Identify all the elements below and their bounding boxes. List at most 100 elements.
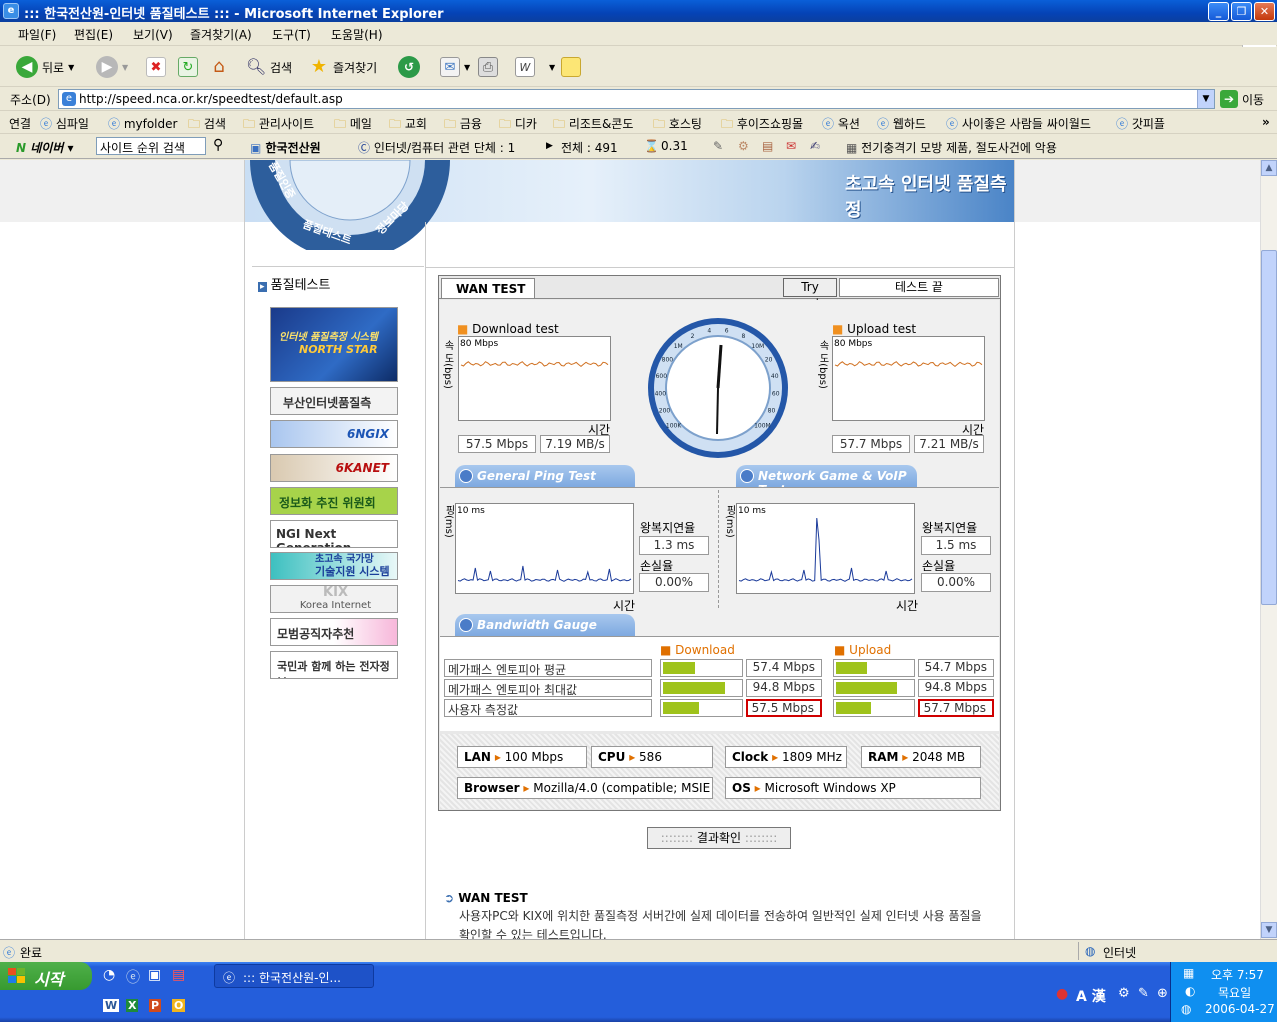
link-item[interactable]: ⓔ 웹하드 bbox=[877, 115, 926, 132]
bullet-icon: ■ bbox=[457, 322, 469, 336]
menu-edit[interactable]: 편집(E) bbox=[74, 26, 113, 43]
site-category[interactable]: Ⓒ 인터넷/컴퓨터 관련 단체 : 1 bbox=[358, 139, 515, 156]
search-button[interactable]: 🔍︎ 검색 bbox=[246, 55, 292, 79]
link-folder[interactable]: 🗀 관리사이트 bbox=[243, 115, 314, 136]
menu-view[interactable]: 보기(V) bbox=[133, 26, 173, 43]
site-name[interactable]: ▣ 한국전산원 bbox=[250, 139, 321, 156]
home-icon[interactable]: ⌂ bbox=[209, 57, 229, 77]
search-icon[interactable]: ⚲ bbox=[213, 137, 223, 153]
stop-icon[interactable]: ✖ bbox=[146, 57, 166, 77]
mail-icon[interactable]: ✉ bbox=[440, 57, 460, 77]
link-item[interactable]: ⓔ 옥션 bbox=[822, 115, 860, 132]
link-folder[interactable]: 🗀 교회 bbox=[389, 115, 427, 136]
try-again-button[interactable]: Try again bbox=[783, 278, 837, 311]
ime-pen-icon[interactable]: ✎ bbox=[1138, 986, 1149, 1001]
download-bar-fill bbox=[663, 702, 699, 714]
search-label: 검색 bbox=[270, 60, 293, 75]
bullet-icon: ■ bbox=[832, 322, 844, 336]
link-item[interactable]: ⓔ myfolder bbox=[108, 115, 177, 132]
side-egov[interactable]: 국민과 함께 하는 전자정부 bbox=[270, 651, 398, 679]
minimize-button[interactable]: _ bbox=[1208, 2, 1229, 21]
volume-icon[interactable]: ◐ bbox=[1185, 984, 1195, 998]
address-dropdown-icon[interactable]: ▼ bbox=[1197, 90, 1214, 108]
scroll-down-icon[interactable]: ▼ bbox=[1261, 922, 1277, 938]
side-busan[interactable]: 부산인터넷품질측 bbox=[270, 387, 398, 415]
result-button[interactable]: :::::::: 결과확인 :::::::: bbox=[647, 827, 791, 849]
link-folder[interactable]: 🗀 호스팅 bbox=[653, 115, 702, 136]
history-icon[interactable]: ↺ bbox=[398, 56, 420, 78]
menu-file[interactable]: 파일(F) bbox=[18, 26, 56, 43]
link-folder[interactable]: 🗀 금융 bbox=[444, 115, 482, 136]
link-folder[interactable]: 🗀 후이즈쇼핑몰 bbox=[721, 115, 803, 136]
link-item[interactable]: ⓔ 사이좋은 사람들 싸이월드 bbox=[946, 115, 1091, 132]
clock-time[interactable]: 오후 7:57 bbox=[1211, 966, 1264, 983]
taskbar-ie-window[interactable]: ⓔ ::: 한국전산원-인... bbox=[214, 964, 374, 988]
tool-icon[interactable]: ▤ bbox=[762, 139, 773, 153]
side-tech-support[interactable]: 초고속 국가망 기술지원 시스템 bbox=[270, 552, 398, 580]
pencil-icon[interactable]: ✎ bbox=[713, 139, 723, 153]
ime-indicator[interactable]: A 漢 bbox=[1076, 986, 1106, 1006]
tool-icon[interactable]: ⚙ bbox=[738, 139, 749, 153]
disk-icon[interactable]: ▣ bbox=[148, 967, 161, 983]
start-button[interactable]: 시작 bbox=[0, 962, 92, 990]
side-official[interactable]: 모범공직자추천 bbox=[270, 618, 398, 646]
title-bar[interactable]: e ::: 한국전산원-인터넷 품질테스트 ::: - Microsoft In… bbox=[0, 0, 1277, 22]
back-button[interactable]: ◀ 뒤로 ▼ bbox=[16, 55, 74, 79]
link-item[interactable]: ⓔ 갓피플 bbox=[1116, 115, 1165, 132]
word-dropdown-icon[interactable]: ▼ bbox=[549, 63, 555, 72]
app-icon[interactable]: ▤ bbox=[172, 967, 185, 983]
maximize-button[interactable]: ❐ bbox=[1231, 2, 1252, 21]
ie-page-icon: ⓔ bbox=[877, 117, 893, 131]
side-kix[interactable]: KIXKorea Internet Exchange bbox=[270, 585, 398, 613]
quicklaunch-icon[interactable]: ◔ bbox=[103, 967, 115, 983]
side-ngi[interactable]: NGI Next Generation bbox=[270, 520, 398, 548]
scroll-up-icon[interactable]: ▲ bbox=[1261, 160, 1277, 176]
favorites-button[interactable]: ★ 즐겨찾기 bbox=[309, 55, 377, 79]
naver-search-input[interactable]: 사이트 순위 검색 bbox=[96, 137, 206, 155]
side-committee[interactable]: 정보화 추진 위원회 bbox=[270, 487, 398, 515]
close-button[interactable]: ✕ bbox=[1254, 2, 1275, 21]
scroll-thumb[interactable] bbox=[1261, 250, 1277, 605]
gauge-tick-label: 1M bbox=[674, 343, 683, 350]
back-dropdown-icon[interactable]: ▼ bbox=[68, 63, 74, 72]
excel-icon[interactable]: X bbox=[126, 999, 139, 1012]
links-more-icon[interactable]: » bbox=[1262, 115, 1270, 129]
toolbar: ◀ 뒤로 ▼ ▶ ▼ ✖ ↻ ⌂ 🔍︎ 검색 ★ 즐겨찾기 ↺ ✉ ▼ ⎙ W ▼ bbox=[0, 47, 1277, 87]
note-icon[interactable] bbox=[561, 57, 581, 77]
forward-button[interactable]: ▶ ▼ bbox=[96, 55, 128, 79]
menu-tools[interactable]: 도구(T) bbox=[272, 26, 311, 43]
menu-help[interactable]: 도움말(H) bbox=[331, 26, 383, 43]
tray-globe-icon[interactable]: ◍ bbox=[1181, 1002, 1191, 1016]
address-input[interactable]: e http://speed.nca.or.kr/speedtest/defau… bbox=[58, 89, 1215, 109]
word-icon[interactable]: W bbox=[515, 57, 535, 77]
link-folder[interactable]: 🗀 메일 bbox=[334, 115, 372, 136]
menu-favorites[interactable]: 즐겨찾기(A) bbox=[190, 26, 252, 43]
tool-icon[interactable]: ✍ bbox=[810, 139, 820, 153]
link-folder[interactable]: 🗀 검색 bbox=[188, 115, 226, 136]
side-6ngix[interactable]: 6NGIX bbox=[270, 420, 398, 448]
side-north-star[interactable]: 인터넷 품질측정 시스템 NORTH STAR bbox=[270, 307, 398, 382]
news-ticker[interactable]: ▦ 전기충격기 모방 제품, 절도사건에 악용 bbox=[846, 139, 1057, 156]
link-item[interactable]: ⓔ 심파일 bbox=[40, 115, 89, 132]
ie-quicklaunch-icon[interactable]: ⓔ bbox=[126, 967, 140, 987]
ime-tool-icon[interactable]: ⚙ bbox=[1118, 986, 1130, 1001]
refresh-icon[interactable]: ↻ bbox=[178, 57, 198, 77]
clock-date[interactable]: 2006-04-27 bbox=[1205, 1002, 1275, 1016]
mail-dropdown-icon[interactable]: ▼ bbox=[464, 63, 470, 72]
go-button[interactable]: ➔ 이동 bbox=[1220, 90, 1264, 108]
powerpoint-icon[interactable]: P bbox=[149, 999, 162, 1012]
ime-option-icon[interactable]: ⊕ bbox=[1157, 986, 1168, 1001]
print-icon[interactable]: ⎙ bbox=[478, 57, 498, 77]
network-icon[interactable]: ▦ bbox=[1183, 966, 1194, 980]
outlook-icon[interactable]: O bbox=[172, 999, 186, 1012]
tab-wan-test[interactable]: WAN TEST bbox=[441, 278, 535, 298]
word-icon[interactable]: W bbox=[103, 999, 120, 1012]
link-folder[interactable]: 🗀 디카 bbox=[499, 115, 537, 136]
korean-flag-icon[interactable]: ● bbox=[1056, 986, 1068, 1002]
clock-day[interactable]: 목요일 bbox=[1218, 984, 1251, 1001]
naver-logo[interactable]: N 네이버 ▾ bbox=[16, 139, 74, 156]
link-folder[interactable]: 🗀 리조트&콘도 bbox=[553, 115, 633, 136]
side-6kanet[interactable]: 6KANET bbox=[270, 454, 398, 482]
vertical-scrollbar[interactable]: ▲ ▼ bbox=[1260, 160, 1277, 939]
tool-icon[interactable]: ✉ bbox=[786, 139, 796, 153]
